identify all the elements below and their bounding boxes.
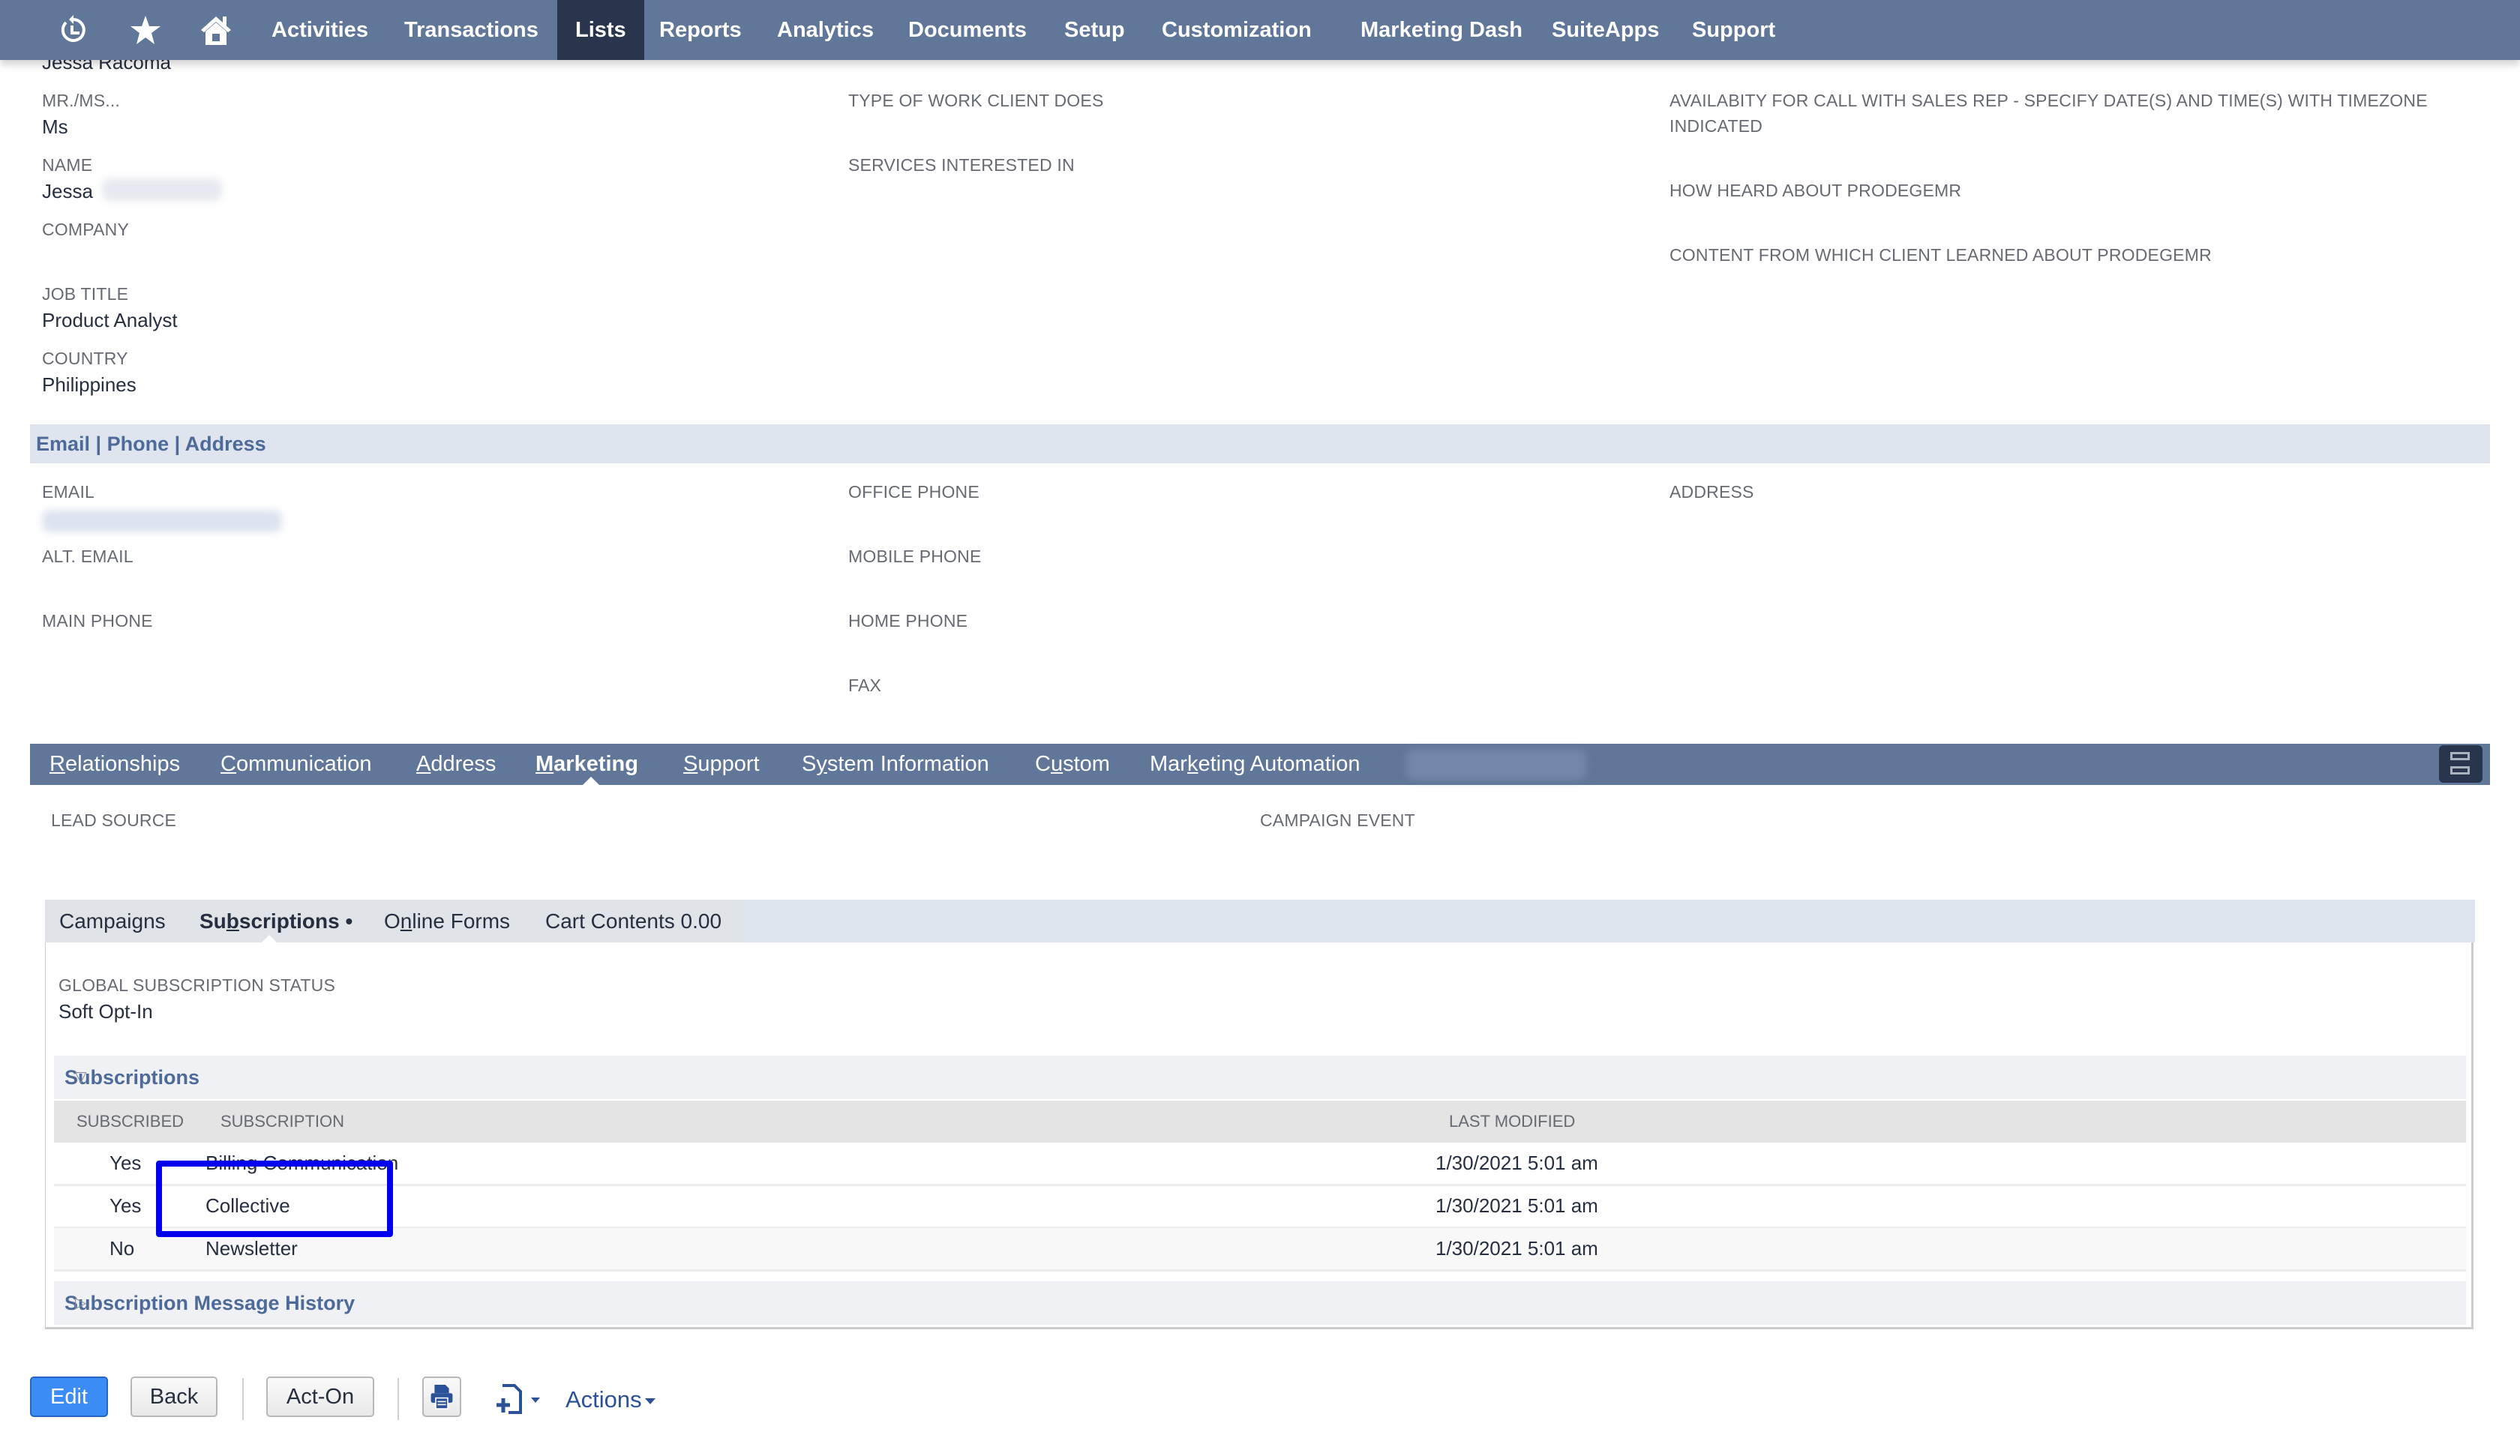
- divider: [398, 1378, 399, 1420]
- field-label-type-of-work-client-does: TYPE OF WORK CLIENT DOES: [848, 91, 1104, 110]
- tab-support[interactable]: Support: [683, 744, 760, 785]
- section-header-email-phone-address[interactable]: Email | Phone | Address: [30, 424, 2490, 463]
- field-label-content-from-which-client-learned-about-: CONTENT FROM WHICH CLIENT LEARNED ABOUT …: [1670, 245, 2212, 265]
- redacted-email: [42, 510, 282, 532]
- nav-item-setup[interactable]: Setup: [1046, 0, 1143, 60]
- nav-item-support[interactable]: Support: [1674, 0, 1793, 60]
- tab-marketing-automation[interactable]: Marketing Automation: [1150, 744, 1360, 785]
- tab-communication[interactable]: Communication: [220, 744, 371, 785]
- tab-address[interactable]: Address: [416, 744, 496, 785]
- field-label-availabity-for-call-with-sales-rep-speci: AVAILABITY FOR CALL WITH SALES REP - SPE…: [1670, 91, 2428, 136]
- nav-item-lists[interactable]: Lists: [557, 0, 644, 60]
- table-row: No Newsletter 1/30/2021 5:01 am: [54, 1228, 2466, 1272]
- field-value-job-title: Product Analyst: [42, 309, 178, 331]
- field-label-home-phone: HOME PHONE: [848, 611, 968, 631]
- field-label-company: COMPANY: [42, 220, 129, 239]
- lead-source-label: LEAD SOURCE: [51, 810, 177, 830]
- tab-system-information[interactable]: System Information: [802, 744, 989, 785]
- campaign-event-label: CAMPAIGN EVENT: [1260, 810, 1415, 830]
- active-tab-indicator: [582, 777, 600, 786]
- field-value-name: Jessa: [42, 180, 93, 202]
- field-label-job-title: JOB TITLE: [42, 284, 129, 304]
- col-subscribed: SUBSCRIBED: [76, 1112, 184, 1131]
- nav-item-documents[interactable]: Documents: [890, 0, 1045, 60]
- field-label-alt-email: ALT. EMAIL: [42, 547, 134, 566]
- redacted-tab: [1406, 750, 1586, 780]
- collapse-tabs-button[interactable]: [2439, 745, 2482, 783]
- nav-item-suiteapps[interactable]: SuiteApps: [1534, 0, 1677, 60]
- act-on-button[interactable]: Act-On: [266, 1377, 374, 1417]
- marketing-subtab-bar: Campaigns Subscriptions • Online Forms Cart…: [45, 900, 2475, 943]
- record-tab-bar: Relationships Communication Address Marketi…: [30, 744, 2490, 786]
- cell-subscribed: Yes: [110, 1194, 142, 1217]
- field-label-email: EMAIL: [42, 482, 95, 502]
- nav-item-analytics[interactable]: Analytics: [759, 0, 892, 60]
- subtab-cart-contents-0-00[interactable]: Cart Contents 0.00: [545, 900, 722, 942]
- home-icon[interactable]: [198, 12, 234, 48]
- nav-item-marketing-dash[interactable]: Marketing Dash: [1342, 0, 1540, 60]
- table-row: Yes Collective 1/30/2021 5:01 am: [54, 1185, 2466, 1229]
- cell-subscribed: No: [110, 1237, 135, 1260]
- back-button[interactable]: Back: [130, 1377, 218, 1417]
- nav-item-reports[interactable]: Reports: [641, 0, 760, 60]
- new-document-menu[interactable]: [492, 1381, 544, 1419]
- field-label-services-interested-in: SERVICES INTERESTED IN: [848, 155, 1075, 175]
- field-label-how-heard-about-prodegemr: HOW HEARD ABOUT PRODEGEMR: [1670, 181, 1962, 200]
- global-subscription-status-value: Soft Opt-In: [58, 1000, 153, 1023]
- cell-last-modified: 1/30/2021 5:01 am: [1436, 1194, 1598, 1217]
- cell-subscribed: Yes: [110, 1152, 142, 1174]
- global-subscription-status-label: GLOBAL SUBSCRIPTION STATUS: [58, 975, 336, 995]
- subscriptions-group-header[interactable]: ▽ Subscriptions: [54, 1056, 2466, 1099]
- edit-button[interactable]: Edit: [30, 1377, 108, 1417]
- field-label-fax: FAX: [848, 676, 882, 695]
- subtab-online-forms[interactable]: Online Forms: [384, 900, 510, 942]
- divider: [242, 1378, 244, 1420]
- table-row: Yes Billing Communication 1/30/2021 5:01 a…: [54, 1143, 2466, 1186]
- collapse-triangle-icon: ▽: [75, 1069, 87, 1086]
- star-icon[interactable]: [128, 12, 164, 48]
- chevron-down-icon: [644, 1398, 656, 1404]
- field-label-office-phone: OFFICE PHONE: [848, 482, 980, 502]
- print-button[interactable]: [422, 1377, 461, 1417]
- cell-last-modified: 1/30/2021 5:01 am: [1436, 1237, 1598, 1260]
- subscription-message-history-header[interactable]: ▷ Subscription Message History: [54, 1281, 2466, 1325]
- expand-triangle-icon: ▷: [75, 1295, 87, 1311]
- add-document-icon: [496, 1384, 540, 1414]
- cell-last-modified: 1/30/2021 5:01 am: [1436, 1152, 1598, 1174]
- field-label-name: NAME: [42, 155, 93, 175]
- recent-records-icon[interactable]: [56, 12, 92, 48]
- subtab-campaigns[interactable]: Campaigns: [59, 900, 166, 942]
- field-label-mobile-phone: MOBILE PHONE: [848, 547, 982, 566]
- printer-icon: [430, 1385, 453, 1410]
- field-value-country: Philippines: [42, 373, 136, 396]
- col-last-modified: LAST MODIFIED: [1449, 1112, 1576, 1131]
- section-title: Email | Phone | Address: [36, 433, 266, 455]
- tab-relationships[interactable]: Relationships: [50, 744, 180, 785]
- top-navigation: Activities Transactions Lists Reports Analyt…: [0, 0, 2520, 60]
- nav-item-transactions[interactable]: Transactions: [386, 0, 556, 60]
- nav-item-customization[interactable]: Customization: [1144, 0, 1330, 60]
- highlight-box: [156, 1161, 393, 1237]
- field-value-mr-ms: Ms: [42, 115, 68, 138]
- field-label-mr-ms: MR./MS...: [42, 91, 121, 110]
- redacted-last-name: [102, 178, 222, 201]
- tab-custom[interactable]: Custom: [1035, 744, 1110, 785]
- col-subscription: SUBSCRIPTION: [220, 1112, 345, 1131]
- field-label-main-phone: MAIN PHONE: [42, 611, 153, 631]
- field-label-country: COUNTRY: [42, 349, 128, 368]
- nav-item-activities[interactable]: Activities: [254, 0, 386, 60]
- actions-menu[interactable]: Actions: [566, 1381, 656, 1419]
- field-label-address: ADDRESS: [1670, 482, 1754, 502]
- subscriptions-table-header: SUBSCRIBED SUBSCRIPTION LAST MODIFIED: [54, 1101, 2466, 1143]
